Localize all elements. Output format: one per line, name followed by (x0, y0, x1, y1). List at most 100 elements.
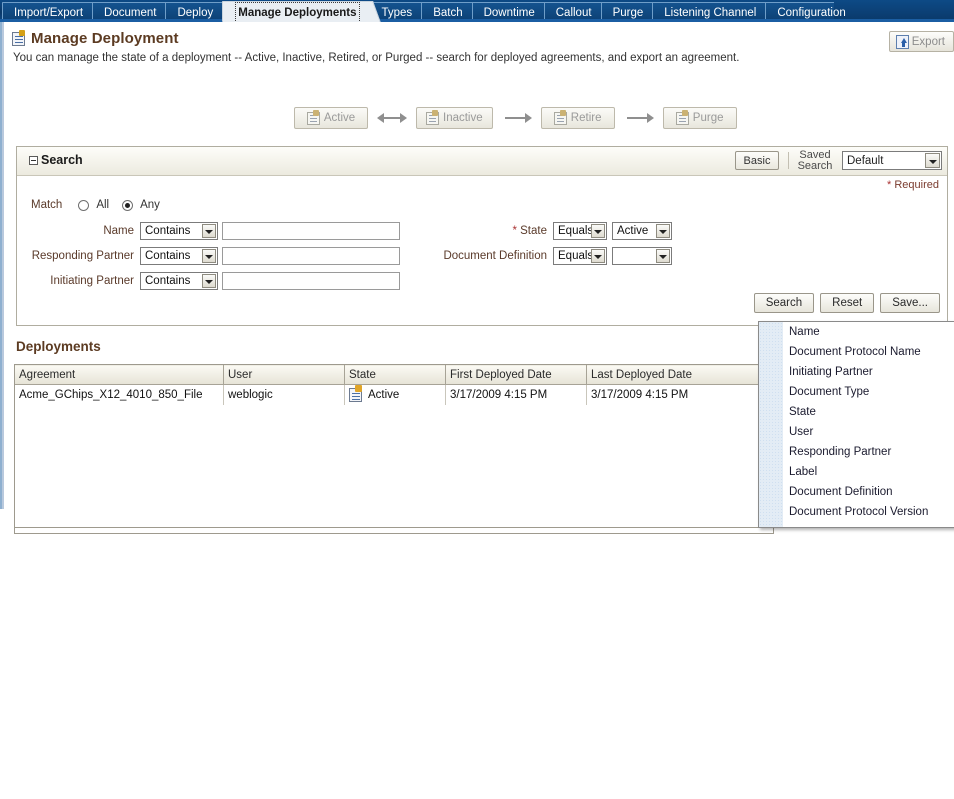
column-header-last-deployed-date[interactable]: Last Deployed Date (586, 364, 774, 385)
tab-bar-filler (834, 0, 954, 22)
saved-search-select[interactable]: Default (842, 151, 942, 170)
state-operator-select[interactable]: Equals (553, 222, 607, 240)
search-button[interactable]: Search (753, 293, 815, 313)
cell-state: Active (344, 384, 446, 405)
state-label-text: State (520, 225, 547, 237)
name-label: Name (103, 225, 134, 237)
chevron-down-icon[interactable] (202, 224, 216, 238)
state-button-retire[interactable]: Retire (540, 107, 615, 129)
required-text: Required (891, 179, 939, 191)
menu-item-label[interactable]: Label (759, 462, 954, 482)
menu-item-document-protocol-version[interactable]: Document Protocol Version (759, 502, 954, 522)
reset-button[interactable]: Reset (820, 293, 875, 313)
chevron-down-icon[interactable] (591, 224, 605, 238)
tab-callout[interactable]: Callout (543, 2, 602, 22)
tab-label: Listening Channel (664, 7, 757, 19)
menu-item-document-type[interactable]: Document Type (759, 382, 954, 402)
table-header-row: Agreement User State First Deployed Date… (14, 364, 774, 385)
deployments-title: Deployments (16, 339, 101, 354)
document-definition-label: Document Definition (443, 250, 547, 262)
cell-state-label: Active (368, 389, 400, 401)
match-row: Match All Any (31, 199, 168, 211)
column-header-agreement[interactable]: Agreement (14, 364, 224, 385)
name-operator-select[interactable]: Contains (140, 222, 218, 240)
search-panel-title[interactable]: Search (29, 153, 83, 167)
menu-item-initiating-partner[interactable]: Initiating Partner (759, 362, 954, 382)
arrow-right-icon (622, 112, 656, 124)
menu-item-user[interactable]: User (759, 422, 954, 442)
match-label: Match (31, 199, 63, 211)
save-button[interactable]: Save... (880, 293, 940, 313)
header-divider (788, 152, 789, 169)
column-header-state[interactable]: State (344, 364, 446, 385)
tab-label: Deploy (177, 7, 214, 19)
menu-item-responding-partner[interactable]: Responding Partner (759, 442, 954, 462)
tab-label: Configuration (777, 7, 846, 19)
menu-item-state[interactable]: State (759, 402, 954, 422)
match-all-label: All (96, 199, 110, 211)
search-button-label: Search (765, 297, 803, 309)
required-note: * Required (887, 179, 939, 191)
tab-label: Downtime (483, 7, 535, 19)
column-header-user[interactable]: User (223, 364, 345, 385)
document-definition-value-select[interactable] (612, 247, 672, 265)
responding-partner-input[interactable] (222, 247, 400, 265)
document-definition-operator-select[interactable]: Equals (553, 247, 607, 265)
tab-document[interactable]: Document (92, 2, 167, 22)
state-value-select[interactable]: Active (612, 222, 672, 240)
cell-agreement: Acme_GChips_X12_4010_850_File (14, 384, 224, 405)
tab-label: Types (381, 7, 413, 19)
document-retire-icon (553, 109, 567, 125)
match-all-radio[interactable] (78, 199, 90, 211)
tab-manage-deployments[interactable]: Manage Deployments (222, 1, 371, 22)
table-row[interactable]: Acme_GChips_X12_4010_850_File weblogic A… (14, 384, 774, 405)
state-button-active[interactable]: Active (294, 107, 368, 129)
chevron-down-icon[interactable] (656, 224, 670, 238)
field-row-initiating-partner: Initiating Partner Contains (31, 272, 400, 290)
search-panel-header: Search Basic Saved Search Default (17, 147, 947, 176)
export-button[interactable]: Export (888, 31, 954, 52)
document-definition-operator-value: Equals (558, 250, 594, 262)
cell-user: weblogic (223, 384, 345, 405)
menu-item-document-protocol-name[interactable]: Document Protocol Name (759, 342, 954, 362)
tab-purge[interactable]: Purge (600, 2, 654, 22)
chevron-down-icon[interactable] (656, 249, 670, 263)
document-active-icon (349, 385, 362, 402)
match-any-radio[interactable] (122, 199, 134, 211)
field-row-document-definition: Document Definition Equals (397, 247, 672, 265)
tab-listening-channel[interactable]: Listening Channel (652, 2, 767, 22)
basic-button-label: Basic (743, 154, 771, 167)
state-operator-value: Equals (558, 225, 594, 237)
chevron-down-icon[interactable] (202, 249, 216, 263)
responding-partner-operator-select[interactable]: Contains (140, 247, 218, 265)
initiating-partner-label: Initiating Partner (50, 275, 134, 287)
tab-label: Callout (555, 7, 592, 19)
state-button-inactive[interactable]: Inactive (416, 107, 493, 129)
collapse-icon[interactable] (29, 155, 38, 165)
state-button-label: Active (323, 112, 356, 124)
basic-search-button[interactable]: Basic (735, 151, 779, 170)
page-header: Manage Deployment You can manage the sta… (8, 30, 954, 76)
tab-deploy[interactable]: Deploy (165, 2, 224, 22)
tab-batch[interactable]: Batch (421, 2, 473, 22)
state-button-purge[interactable]: Purge (662, 107, 737, 129)
initiating-partner-input[interactable] (222, 272, 400, 290)
cell-first-deployed-date: 3/17/2009 4:15 PM (445, 384, 587, 405)
export-upload-icon (895, 34, 909, 49)
tab-downtime[interactable]: Downtime (471, 2, 545, 22)
menu-item-document-definition[interactable]: Document Definition (759, 482, 954, 502)
tab-label: Manage Deployments (235, 2, 360, 22)
arrow-right-icon (500, 112, 534, 124)
chevron-down-icon[interactable] (925, 153, 940, 168)
chevron-down-icon[interactable] (591, 249, 605, 263)
document-active-icon (306, 109, 320, 125)
main-tab-bar: Import/Export Document Deploy Manage Dep… (0, 0, 954, 22)
chevron-down-icon[interactable] (202, 274, 216, 288)
name-input[interactable] (222, 222, 400, 240)
name-operator-value: Contains (145, 225, 191, 237)
page-description: You can manage the state of a deployment… (13, 52, 740, 64)
menu-item-name[interactable]: Name (759, 322, 954, 342)
initiating-partner-operator-select[interactable]: Contains (140, 272, 218, 290)
column-header-first-deployed-date[interactable]: First Deployed Date (445, 364, 587, 385)
tab-import-export[interactable]: Import/Export (2, 2, 94, 22)
